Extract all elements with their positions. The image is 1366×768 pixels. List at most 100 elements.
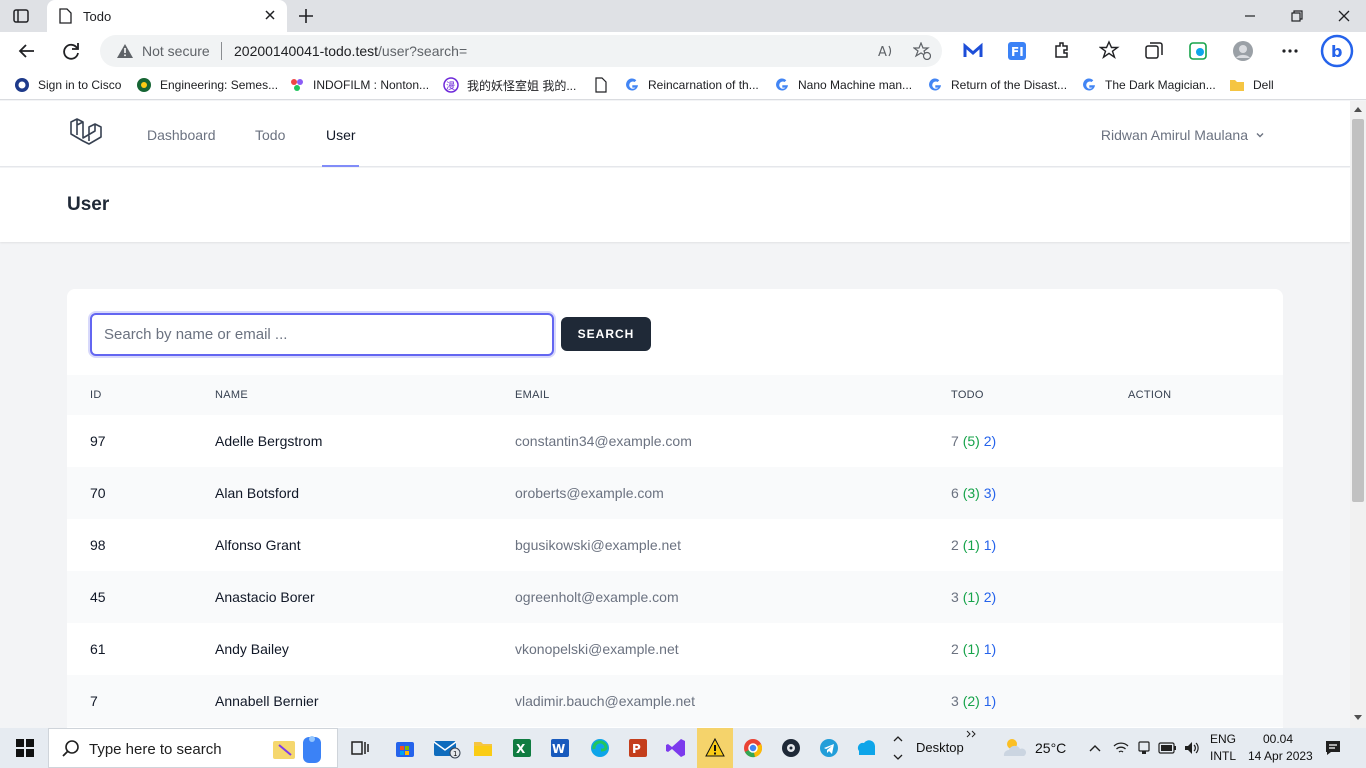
powerpoint-icon[interactable]: P (627, 737, 649, 759)
taskbar-search-box[interactable]: Type here to search (48, 728, 338, 768)
browser-tab[interactable]: Todo (47, 0, 287, 32)
address-separator (221, 42, 222, 60)
weather-cloud-sun-icon[interactable] (1000, 736, 1030, 760)
volume-icon[interactable] (1183, 740, 1201, 756)
read-aloud-icon[interactable]: A (877, 42, 895, 60)
column-header-name: NAME (215, 389, 248, 401)
cell-id: 45 (90, 589, 106, 605)
edge-icon[interactable] (589, 737, 611, 759)
security-label[interactable]: Not secure (142, 43, 210, 59)
search-input[interactable] (90, 313, 554, 356)
malwarebytes-extension-icon[interactable] (962, 40, 984, 62)
user-menu[interactable]: Ridwan Amirul Maulana (1101, 127, 1266, 143)
bookmark-label: Return of the Disast... (951, 78, 1068, 92)
fi-extension-icon[interactable]: FI (1006, 40, 1028, 62)
cell-todo: 3 (1) 2) (951, 589, 996, 605)
address-bar[interactable]: Not secure 20200140041-todo.test/user?se… (100, 35, 942, 67)
notifications-icon[interactable] (1324, 739, 1342, 757)
scroll-up-arrow-icon[interactable] (1354, 107, 1362, 112)
tab-actions-icon[interactable] (12, 7, 30, 25)
bookmark-return-disaster[interactable]: Return of the Disast... (927, 76, 1067, 94)
cell-email: bgusikowski@example.net (515, 537, 681, 553)
warning-icon[interactable] (116, 43, 134, 59)
bookmark-folder-dell[interactable]: Dell (1229, 76, 1274, 94)
chevron-expand-icon[interactable] (966, 730, 978, 738)
bookmark-manhua[interactable]: 漫 我的妖怪室姐 我的... (443, 76, 576, 94)
browser-tab-bar: Todo (0, 0, 1366, 32)
collections-icon[interactable] (1143, 40, 1165, 62)
chrome-icon[interactable] (742, 737, 764, 759)
scrollbar-thumb[interactable] (1352, 119, 1364, 502)
bookmark-cisco[interactable]: Sign in to Cisco (14, 76, 121, 94)
cell-email: ogreenholt@example.com (515, 589, 679, 605)
close-tab-icon[interactable] (263, 8, 277, 22)
weather-temperature[interactable]: 25°C (1035, 740, 1066, 756)
cisco-webex-icon (15, 78, 29, 92)
more-options-icon[interactable] (1279, 40, 1301, 62)
google-icon (626, 78, 638, 91)
minimize-icon[interactable] (1242, 8, 1258, 24)
bookmark-engineering[interactable]: Engineering: Semes... (136, 76, 278, 94)
bookmark-indofilm[interactable]: INDOFILM : Nonton... (289, 76, 429, 94)
desktop-toolbar-label[interactable]: Desktop (916, 740, 964, 755)
battery-icon[interactable] (1158, 741, 1178, 755)
todo-done: (2) (962, 693, 980, 709)
back-icon[interactable] (16, 40, 38, 62)
laravel-logo-icon[interactable] (68, 115, 104, 151)
cloud-app-icon[interactable] (856, 737, 878, 759)
clock-time[interactable]: 00.04 (1263, 732, 1293, 746)
restore-icon[interactable] (1289, 8, 1305, 24)
taskbar-scroll-icon[interactable] (892, 732, 904, 764)
search-button[interactable]: SEARCH (561, 317, 651, 351)
page-scrollbar[interactable] (1350, 101, 1366, 728)
table-row: 70 Alan Botsford oroberts@example.com 6 … (67, 467, 1283, 519)
mail-icon[interactable]: 1 (433, 737, 461, 759)
task-view-icon[interactable] (349, 737, 371, 759)
nav-link-user[interactable]: User (326, 127, 356, 143)
todo-undone: 1) (983, 693, 997, 709)
cell-name: Andy Bailey (215, 641, 289, 657)
svg-text:b: b (1331, 42, 1342, 61)
bookmark-reincarnation[interactable]: Reincarnation of th... (624, 76, 759, 94)
warning-app-icon[interactable] (704, 737, 726, 759)
add-favorite-icon[interactable] (913, 42, 931, 60)
nav-link-dashboard[interactable]: Dashboard (147, 127, 216, 143)
bing-chat-icon[interactable]: b (1320, 34, 1354, 68)
excel-icon[interactable]: X (511, 737, 533, 759)
todo-total: 7 (951, 433, 959, 449)
scroll-down-arrow-icon[interactable] (1354, 715, 1362, 720)
new-tab-icon[interactable] (296, 6, 316, 26)
clock-date[interactable]: 14 Apr 2023 (1248, 749, 1313, 763)
profile-avatar-icon[interactable] (1232, 40, 1254, 62)
word-icon[interactable]: W (549, 737, 571, 759)
performance-icon[interactable] (1187, 40, 1209, 62)
bookmark-dark-magician[interactable]: The Dark Magician... (1081, 76, 1216, 94)
refresh-icon[interactable] (60, 40, 82, 62)
visual-studio-icon[interactable] (665, 737, 687, 759)
extensions-icon[interactable] (1050, 40, 1072, 62)
column-header-id: ID (90, 389, 102, 401)
url-text[interactable]: 20200140041-todo.test/user?search= (234, 43, 467, 59)
language-indicator-primary[interactable]: ENG (1210, 732, 1236, 746)
windows-start-icon[interactable] (14, 737, 36, 759)
close-window-icon[interactable] (1336, 8, 1352, 24)
table-row: 7 Annabell Bernier vladimir.bauch@exampl… (67, 675, 1283, 727)
nav-link-todo[interactable]: Todo (255, 127, 285, 143)
bookmark-nano-machine[interactable]: Nano Machine man... (774, 76, 912, 94)
todo-undone: 2) (983, 433, 997, 449)
cell-id: 70 (90, 485, 106, 501)
show-hidden-icons-chevron-up-icon[interactable] (1088, 742, 1102, 754)
telegram-icon[interactable] (818, 737, 840, 759)
table-row: 61 Andy Bailey vkonopelski@example.net 2… (67, 623, 1283, 675)
file-explorer-icon[interactable] (472, 737, 494, 759)
media-player-icon[interactable] (780, 737, 802, 759)
bookmark-page[interactable] (593, 76, 609, 94)
manhua-site-icon: 漫 (443, 77, 459, 93)
todo-undone: 3) (983, 485, 997, 501)
network-wifi-icon[interactable] (1112, 740, 1130, 756)
device-icon[interactable] (1136, 740, 1152, 756)
cell-email: vladimir.bauch@example.net (515, 693, 695, 709)
microsoft-store-icon[interactable] (394, 737, 416, 759)
favorites-icon[interactable] (1099, 40, 1121, 62)
language-indicator-secondary[interactable]: INTL (1210, 749, 1236, 763)
